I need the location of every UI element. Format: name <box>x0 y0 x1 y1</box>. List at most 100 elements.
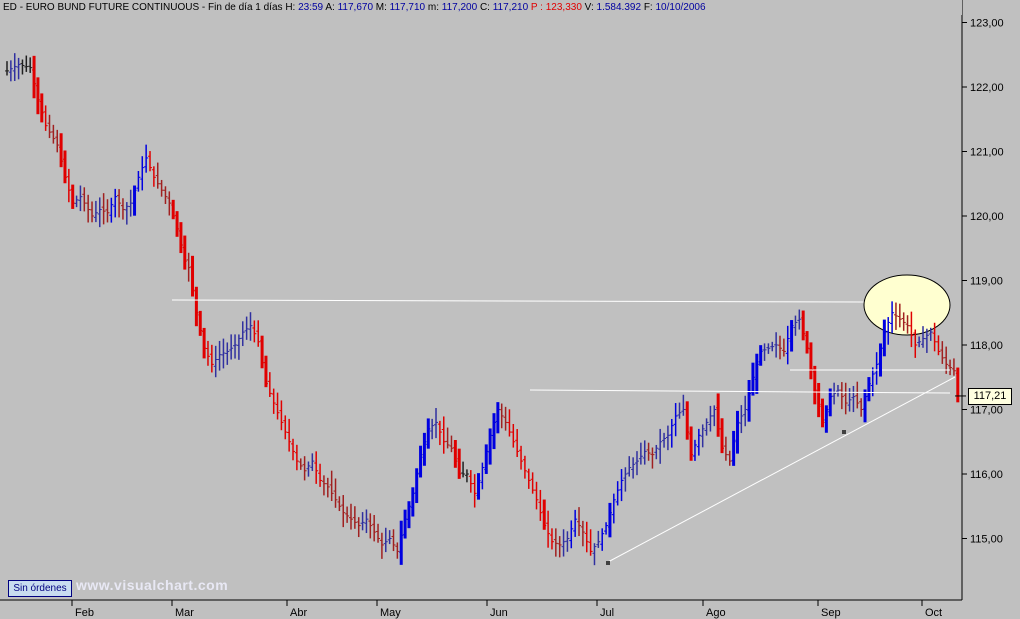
price-bar <box>491 413 496 450</box>
f-label: F: <box>643 2 653 13</box>
price-bar <box>422 432 427 466</box>
price-bar <box>190 255 195 297</box>
price-bar <box>457 448 462 479</box>
price-bar <box>820 398 825 428</box>
y-tick-label: 122,00 <box>970 82 1004 94</box>
price-bar <box>882 319 887 357</box>
price-bar <box>720 418 725 454</box>
price-bar <box>754 353 759 394</box>
price-bar <box>182 235 187 270</box>
price-bar <box>194 286 199 327</box>
x-tick-label: Abr <box>290 607 307 619</box>
x-tick-label: Oct <box>925 607 942 619</box>
y-tick-label: 118,00 <box>970 340 1003 352</box>
price-bar <box>689 426 694 461</box>
price-bar <box>59 133 64 168</box>
price-bar <box>812 365 817 405</box>
x-tick-label: Sep <box>821 607 841 619</box>
price-bar <box>685 401 690 440</box>
p-value: 123,330 <box>545 2 582 13</box>
y-tick-label: 120,00 <box>970 211 1004 223</box>
price-bar <box>816 382 821 418</box>
x-tick-label: Feb <box>75 607 94 619</box>
price-bar <box>260 335 265 369</box>
y-tick-label: 115,00 <box>970 534 1003 546</box>
price-bar <box>750 362 755 396</box>
price-bar <box>403 509 408 539</box>
x-tick-label: May <box>380 607 401 619</box>
c-value: 117,210 <box>492 2 529 13</box>
price-bar <box>878 343 883 377</box>
price-bar <box>805 331 810 354</box>
x-tick-label: Mar <box>175 607 194 619</box>
last-price-tag: 117,21 <box>968 388 1012 405</box>
orders-button[interactable]: Sin órdenes <box>8 580 72 597</box>
price-bar <box>202 327 207 359</box>
price-bar <box>453 439 458 468</box>
price-bar <box>175 211 180 237</box>
price-bar <box>171 199 176 220</box>
price-bar <box>955 367 960 403</box>
price-bar <box>866 377 871 402</box>
price-bar <box>39 93 44 123</box>
pivot-marker <box>606 561 610 565</box>
price-bar <box>863 389 868 423</box>
m-value: 117,710 <box>389 2 426 13</box>
price-bar <box>789 320 794 352</box>
price-bar <box>35 77 40 115</box>
m-label: M: <box>375 2 387 13</box>
x-axis: Feb Mar Abr May Jun Jul Ago Sep Oct <box>71 600 942 619</box>
f-value: 10/10/2006 <box>655 2 706 13</box>
price-bar <box>824 405 829 433</box>
p-label: P : <box>530 2 543 13</box>
price-bar <box>758 345 763 366</box>
price-bar <box>808 342 813 380</box>
price-bar <box>607 502 612 538</box>
x-tick-label: Ago <box>706 607 726 619</box>
price-bar <box>542 499 547 530</box>
y-tick-label: 119,00 <box>970 276 1003 288</box>
h-value: 23:59 <box>298 2 324 13</box>
a-label: A: <box>325 2 335 13</box>
price-bar <box>731 430 736 466</box>
y-axis: 123,00 122,00 121,00 120,00 119,00 118,00 117,… <box>962 18 1004 546</box>
v-label: V: <box>584 2 594 13</box>
instrument-name: EURO BUND FUTURE CONTINUOUS <box>25 2 200 13</box>
n-label: m: <box>427 2 439 13</box>
y-tick-label: 121,00 <box>970 147 1004 159</box>
price-bar <box>828 388 833 417</box>
price-bar <box>198 310 203 336</box>
a-value: 117,670 <box>337 2 373 13</box>
price-bar <box>735 410 740 454</box>
price-bar <box>32 55 37 99</box>
price-bar <box>484 444 489 474</box>
price-bar <box>426 418 431 449</box>
instrument-code: ED <box>3 2 17 13</box>
x-tick-label: Jun <box>490 607 508 619</box>
price-bar <box>418 445 423 478</box>
price-bar <box>414 468 419 504</box>
y-tick-label: 117,00 <box>970 405 1003 417</box>
price-bar <box>132 185 137 216</box>
plot-area <box>0 0 962 600</box>
price-bar <box>70 184 75 209</box>
price-bar <box>495 402 500 434</box>
v-value: 1.584.392 <box>596 2 642 13</box>
n-value: 117,200 <box>441 2 478 13</box>
x-tick-label: Jul <box>600 607 614 619</box>
instrument-header: ED - EURO BUND FUTURE CONTINUOUS - Fin d… <box>0 0 962 15</box>
h-label: H: <box>285 2 296 13</box>
price-bar <box>178 222 183 254</box>
price-bar <box>399 520 404 565</box>
price-bar <box>716 393 721 437</box>
y-tick-label: 116,00 <box>970 469 1003 481</box>
price-bar <box>801 310 806 341</box>
price-chart: 123,00 122,00 121,00 120,00 119,00 118,00 117,… <box>0 0 1004 619</box>
y-tick-label: 123,00 <box>970 18 1004 30</box>
price-bar <box>62 150 67 184</box>
price-bar <box>476 473 481 500</box>
period-label: Fin de día 1 días <box>208 2 283 13</box>
c-label: C: <box>479 2 490 13</box>
price-bar <box>747 379 752 422</box>
pivot-marker <box>842 430 846 434</box>
